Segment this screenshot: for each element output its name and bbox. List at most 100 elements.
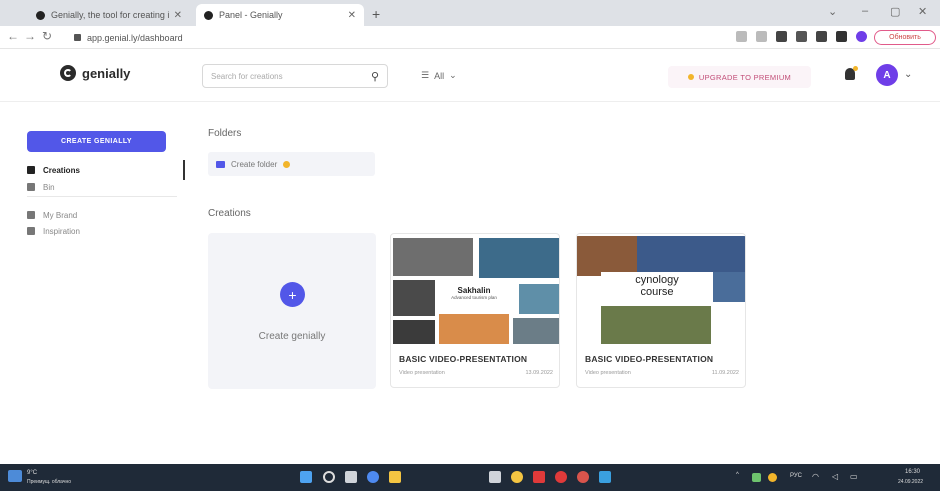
chat-icon[interactable]	[367, 471, 379, 483]
chevron-down-icon: ⌄	[449, 70, 457, 80]
share-icon[interactable]	[756, 31, 767, 42]
extensions-puzzle-icon[interactable]	[816, 31, 827, 42]
sidebar-active-indicator	[183, 160, 185, 180]
thumb-heading: Sakhalin	[457, 286, 491, 295]
folders-title: Folders	[208, 128, 242, 139]
minimize-icon[interactable]: –	[862, 5, 868, 17]
grid-icon	[27, 166, 35, 174]
close-tab-icon[interactable]: ✕	[348, 10, 356, 21]
sidebar-item-bin[interactable]: Bin	[27, 180, 55, 194]
youtube-icon[interactable]	[533, 471, 545, 483]
tab-title: Genially, the tool for creating i...	[51, 10, 170, 20]
task-view-icon[interactable]	[345, 471, 357, 483]
creations-title: Creations	[208, 208, 251, 219]
card-type: Video presentation	[399, 370, 445, 376]
creation-card[interactable]: Sakhalin Advanced tourism plan BASIC VID…	[390, 233, 560, 388]
reload-icon[interactable]: ↻	[42, 29, 52, 43]
browser-tab-active[interactable]: Panel - Genially ✕	[196, 4, 364, 26]
chevron-down-icon[interactable]: ⌄	[828, 5, 837, 18]
create-folder-label: Create folder	[231, 159, 278, 169]
inspiration-icon	[27, 227, 35, 235]
card-thumbnail: Sakhalin Advanced tourism plan	[391, 234, 559, 344]
sidebar-divider	[27, 196, 177, 197]
logo-text[interactable]: genially	[82, 66, 130, 81]
profile-icon[interactable]	[856, 31, 867, 42]
plus-icon[interactable]: +	[280, 282, 305, 307]
chrome-icon[interactable]	[511, 471, 523, 483]
creation-card[interactable]: cynology course BASIC VIDEO-PRESENTATION…	[576, 233, 746, 388]
telegram-icon[interactable]	[599, 471, 611, 483]
new-tab-icon[interactable]: +	[372, 6, 380, 22]
thumb-heading-2: course	[640, 286, 674, 298]
back-icon[interactable]: ←	[7, 29, 19, 43]
tray-chevron-up-icon[interactable]: ^	[736, 472, 739, 478]
weather-icon[interactable]	[8, 470, 22, 482]
sidebar-item-label: Bin	[43, 182, 55, 192]
translate-icon[interactable]	[736, 31, 747, 42]
filter-icon: ☰	[421, 70, 430, 80]
sidebar-item-label: My Brand	[43, 210, 78, 220]
create-folder-button[interactable]: Create folder	[208, 152, 375, 176]
maximize-icon[interactable]: ▢	[890, 5, 900, 18]
tray-icon[interactable]	[768, 473, 777, 482]
thumb-heading: cynology	[635, 274, 679, 286]
weather-temp[interactable]: 9°C	[27, 470, 37, 476]
app-icon[interactable]	[489, 471, 501, 483]
weather-desc: Преимущ. облачно	[27, 479, 71, 485]
bookmark-icon[interactable]	[776, 31, 787, 42]
update-browser-button[interactable]: Обновить	[874, 30, 936, 45]
filter-dropdown[interactable]: ☰ All ⌄	[421, 70, 457, 81]
extension-icon[interactable]	[796, 31, 807, 42]
clock-time[interactable]: 16:30	[905, 469, 920, 475]
card-title: BASIC VIDEO-PRESENTATION	[399, 354, 528, 364]
genially-favicon-icon	[36, 10, 45, 20]
url-field[interactable]: app.genial.ly/dashboard	[74, 30, 714, 45]
folder-icon	[216, 160, 225, 168]
sidebar-item-label: Inspiration	[43, 226, 80, 236]
sidebar-item-my-brand[interactable]: My Brand	[27, 208, 77, 222]
sidebar-item-inspiration[interactable]: Inspiration	[27, 224, 80, 238]
clock-date: 24.09.2022	[898, 479, 924, 485]
volume-icon[interactable]: ◁	[832, 472, 838, 481]
wifi-icon[interactable]: ◠	[812, 472, 819, 481]
filter-label: All	[434, 70, 445, 81]
close-tab-icon[interactable]: ✕	[174, 10, 182, 21]
star-icon	[687, 74, 694, 80]
create-genially-card[interactable]	[208, 233, 376, 389]
tray-icon[interactable]	[752, 473, 761, 482]
search-input[interactable]: Search for creations ⚲	[202, 64, 388, 88]
language-indicator[interactable]: РУС	[790, 473, 802, 479]
sidebar-item-label: Creations	[43, 165, 80, 175]
avatar[interactable]: A	[876, 64, 898, 86]
opera-icon[interactable]	[555, 471, 567, 483]
browser-tab[interactable]: Genially, the tool for creating i... ✕	[28, 4, 190, 26]
brand-icon	[27, 211, 35, 219]
search-icon[interactable]	[323, 471, 335, 483]
sidebar-icon[interactable]	[836, 31, 847, 42]
notification-dot	[853, 66, 858, 71]
upgrade-button[interactable]: UPGRADE TO PREMIUM	[668, 66, 811, 88]
search-icon[interactable]: ⚲	[371, 70, 379, 83]
start-windows-icon[interactable]	[300, 471, 312, 483]
close-window-icon[interactable]: ✕	[918, 5, 927, 18]
forward-icon[interactable]: →	[24, 29, 36, 43]
sidebar-item-creations[interactable]: Creations	[27, 163, 80, 177]
premium-star-icon	[283, 160, 291, 168]
battery-icon[interactable]: ▭	[850, 472, 858, 481]
chevron-down-icon[interactable]: ⌄	[904, 69, 912, 80]
card-thumbnail: cynology course	[577, 234, 745, 344]
url-text: app.genial.ly/dashboard	[87, 32, 183, 43]
card-date: 13.09.2022	[525, 370, 553, 376]
create-genially-label: Create genially	[258, 331, 326, 342]
create-genially-button[interactable]: CREATE GENIALLY	[27, 131, 166, 152]
file-explorer-icon[interactable]	[389, 471, 401, 483]
thumb-subheading: Advanced tourism plan	[451, 295, 497, 300]
card-date: 11.09.2022	[711, 370, 739, 376]
card-type: Video presentation	[585, 370, 631, 376]
tab-title: Panel - Genially	[219, 10, 283, 20]
app-icon[interactable]	[577, 471, 589, 483]
card-meta: Video presentation 11.09.2022	[585, 370, 739, 376]
genially-logo-icon	[60, 65, 76, 81]
trash-icon	[27, 183, 35, 191]
genially-favicon-icon	[204, 10, 213, 20]
